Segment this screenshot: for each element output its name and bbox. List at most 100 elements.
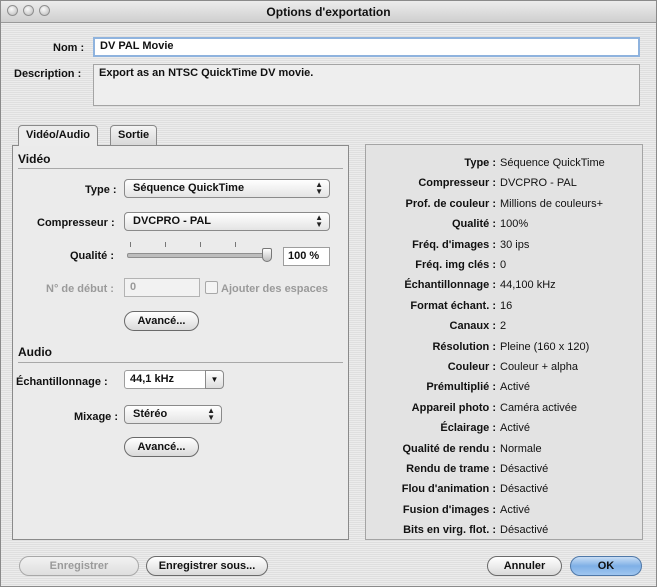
summary-row: Prémultiplié : Activé <box>366 379 644 395</box>
summary-key: Appareil photo : <box>411 401 496 414</box>
mix-value: Stéréo <box>133 408 168 420</box>
summary-key: Bits en virg. flot. : <box>403 524 496 537</box>
video-advanced-button[interactable]: Avancé... <box>124 311 199 331</box>
summary-row: Bits en virg. flot. : Désactivé <box>366 522 644 538</box>
settings-summary-panel: Type : Séquence QuickTime Compresseur : DVC… <box>365 144 643 540</box>
compressor-popup[interactable]: DVCPRO - PAL ▲ ▼ <box>124 212 330 231</box>
name-label: Nom : <box>53 42 85 54</box>
summary-key: Fusion d'images : <box>402 503 496 516</box>
video-audio-panel <box>12 145 349 540</box>
summary-key: Rendu de trame : <box>406 463 496 475</box>
audio-section-title: Audio <box>18 345 52 359</box>
summary-row: Canaux : 2 <box>366 318 644 334</box>
name-field[interactable]: DV PAL Movie <box>93 37 640 57</box>
updown-arrows-icon: ▲ ▼ <box>315 213 323 229</box>
summary-row: Échantillonnage : 44,100 kHz <box>366 277 644 293</box>
summary-value: Activé <box>500 503 530 516</box>
add-spaces-checkbox[interactable] <box>205 281 218 294</box>
summary-key: Canaux : <box>449 320 496 333</box>
summary-key: Format échant. : <box>410 299 496 312</box>
save-button[interactable]: Enregistrer <box>19 556 139 576</box>
compressor-value: DVCPRO - PAL <box>133 215 212 227</box>
summary-row: Flou d'animation : Désactivé <box>366 481 644 497</box>
audio-advanced-button[interactable]: Avancé... <box>124 437 199 457</box>
summary-row: Qualité : 100% <box>366 216 644 232</box>
quality-label: Qualité : <box>70 250 115 262</box>
summary-key: Résolution : <box>432 340 496 353</box>
summary-row: Appareil photo : Caméra activée <box>366 400 644 416</box>
quality-value-field[interactable]: 100 % <box>283 247 330 266</box>
summary-value: Désactivé <box>500 463 549 475</box>
sampling-rate-label: Échantillonnage : <box>16 376 108 388</box>
summary-value: Couleur + alpha <box>500 361 578 373</box>
summary-value: 0 <box>500 259 507 271</box>
quality-slider-thumb[interactable] <box>262 248 272 262</box>
sampling-rate-combo[interactable]: 44,1 kHz <box>124 370 206 389</box>
slider-tick <box>130 242 131 247</box>
video-section-title: Vidéo <box>18 152 51 166</box>
summary-row: Prof. de couleur : Millions de couleurs+ <box>366 196 644 212</box>
summary-row: Éclairage : Activé <box>366 420 644 436</box>
summary-row: Fréq. d'images : 30 ips <box>366 237 644 253</box>
summary-row: Format échant. : 16 <box>366 298 644 314</box>
compressor-label: Compresseur : <box>37 217 115 229</box>
summary-key: Flou d'animation : <box>401 483 496 496</box>
mix-label: Mixage : <box>74 411 119 423</box>
updown-arrows-icon: ▲ ▼ <box>207 406 215 422</box>
ok-button[interactable]: OK <box>570 556 642 576</box>
summary-key: Prémultiplié : <box>426 381 496 394</box>
summary-key: Compresseur : <box>418 177 496 190</box>
summary-value: Désactivé <box>500 483 549 496</box>
summary-row: Rendu de trame : Désactivé <box>366 461 644 477</box>
start-number-field[interactable]: 0 <box>124 278 200 297</box>
tab-output[interactable]: Sortie <box>110 125 158 145</box>
summary-row: Fréq. img clés : 0 <box>366 257 644 273</box>
audio-section-divider <box>18 362 343 363</box>
summary-value: Millions de couleurs+ <box>500 197 604 210</box>
summary-row: Type : Séquence QuickTime <box>366 155 644 171</box>
description-field[interactable]: Export as an NTSC QuickTime DV movie. <box>93 64 640 106</box>
summary-value: 100% <box>500 218 529 231</box>
summary-row: Couleur : Couleur + alpha <box>366 359 644 375</box>
chevron-down-icon[interactable]: ▼ <box>205 370 224 389</box>
summary-key: Éclairage : <box>440 422 496 435</box>
description-label: Description : <box>14 68 82 80</box>
summary-key: Prof. de couleur : <box>405 197 496 210</box>
summary-key: Échantillonnage : <box>404 279 496 292</box>
video-type-value: Séquence QuickTime <box>133 182 245 194</box>
summary-value: Caméra activée <box>500 401 578 414</box>
summary-key: Qualité de rendu : <box>402 442 496 455</box>
summary-value: Normale <box>500 442 542 455</box>
summary-key: Qualité : <box>451 218 496 231</box>
summary-value: Activé <box>500 422 530 435</box>
summary-value: 16 <box>500 299 513 312</box>
window-title: Options d'exportation <box>266 5 391 19</box>
slider-tick <box>200 242 201 247</box>
summary-value: Activé <box>500 381 530 394</box>
video-type-popup[interactable]: Séquence QuickTime ▲ ▼ <box>124 179 330 198</box>
summary-value: 44,100 kHz <box>500 279 556 292</box>
title-bar[interactable]: Options d'exportation <box>1 1 656 23</box>
summary-row: Fusion d'images : Activé <box>366 502 644 518</box>
slider-tick <box>165 242 166 247</box>
video-type-label: Type : <box>85 184 117 196</box>
summary-value: Séquence QuickTime <box>500 157 605 169</box>
summary-row: Compresseur : DVCPRO - PAL <box>366 175 644 191</box>
summary-value: Pleine (160 x 120) <box>500 340 590 353</box>
add-spaces-label: Ajouter des espaces <box>221 283 328 295</box>
mix-popup[interactable]: Stéréo ▲ ▼ <box>124 405 222 424</box>
updown-arrows-icon: ▲ ▼ <box>315 180 323 196</box>
slider-tick <box>235 242 236 247</box>
export-options-window: Options d'exportation Nom : DV PAL Movie… <box>0 0 657 587</box>
quality-slider-track[interactable] <box>127 253 269 258</box>
summary-value: 30 ips <box>500 238 530 251</box>
summary-key: Type : <box>464 157 496 169</box>
save-as-button[interactable]: Enregistrer sous... <box>146 556 268 576</box>
summary-key: Couleur : <box>447 361 496 373</box>
summary-key: Fréq. d'images : <box>412 238 496 251</box>
summary-key: Fréq. img clés : <box>415 259 496 271</box>
cancel-button[interactable]: Annuler <box>487 556 562 576</box>
tab-video-audio[interactable]: Vidéo/Audio <box>18 125 98 146</box>
start-number-label: N° de début : <box>46 283 114 295</box>
video-section-divider <box>18 168 343 169</box>
